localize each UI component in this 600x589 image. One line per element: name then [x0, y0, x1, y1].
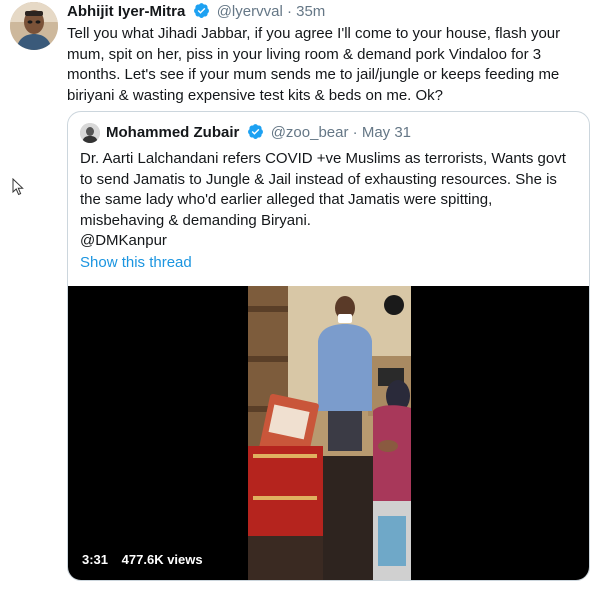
quoted-tweet[interactable]: Mohammed Zubair @zoo_bear · May 31 Dr. A…: [67, 111, 590, 581]
author-handle[interactable]: @lyervval: [217, 3, 283, 20]
show-thread-link[interactable]: Show this thread: [80, 253, 192, 273]
header-separator: ·: [286, 3, 292, 20]
tweet-text: Tell you what Jihadi Jabbar, if you agre…: [67, 25, 561, 104]
quoted-text-line: Dr. Aarti Lalchandani refers COVID +ve M…: [80, 150, 566, 167]
mouse-pointer-icon: [12, 178, 24, 196]
tweet: Abhijit Iyer-Mitra @lyervval · 35m Tell …: [0, 0, 600, 589]
quoted-header-separator: ·: [352, 124, 358, 141]
quoted-text-line: the same lady who'd earlier alleged that…: [80, 191, 493, 208]
quoted-text-line: misbehaving & demanding Biryani.: [80, 211, 311, 229]
author-name[interactable]: Abhijit Iyer-Mitra: [67, 3, 185, 20]
quoted-tweet-text: Dr. Aarti Lalchandani refers COVID +ve M…: [80, 149, 580, 252]
tweet-header: Abhijit Iyer-Mitra @lyervval · 35m: [67, 2, 325, 22]
tweet-timestamp[interactable]: 35m: [296, 3, 325, 20]
quoted-tweet-timestamp[interactable]: May 31: [362, 124, 411, 141]
quoted-author-avatar[interactable]: [80, 123, 100, 143]
video-frame: [248, 286, 411, 580]
video-views: 477.6K views: [121, 552, 203, 567]
quoted-author-name[interactable]: Mohammed Zubair: [106, 124, 239, 141]
quoted-tweet-header: Mohammed Zubair @zoo_bear · May 31: [106, 123, 411, 143]
quoted-text-line: to send Jamatis to Jungle & Jail instead…: [80, 170, 557, 188]
author-avatar[interactable]: [10, 2, 58, 50]
verified-badge-icon: [193, 3, 209, 18]
video-info: 3:31 477.6K views: [82, 552, 213, 568]
video-player[interactable]: 3:31 477.6K views: [68, 286, 589, 580]
video-duration: 3:31: [82, 552, 109, 567]
verified-badge-icon: [247, 124, 263, 139]
quoted-author-handle[interactable]: @zoo_bear: [271, 124, 349, 141]
mention-link[interactable]: @DMKanpur: [80, 231, 580, 252]
